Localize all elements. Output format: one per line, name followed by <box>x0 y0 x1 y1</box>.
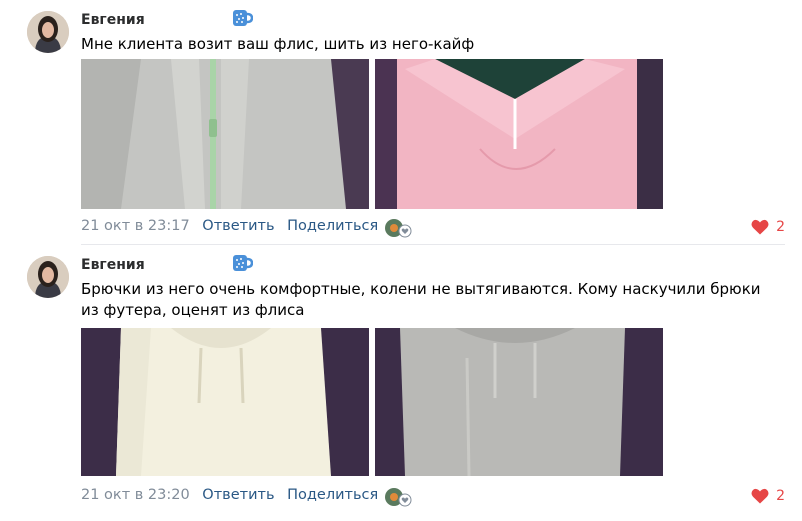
cup-badge-icon <box>231 7 254 29</box>
author-name[interactable]: Евгения <box>81 12 145 28</box>
comment-2: Евгения Брючки из него очень комфортные,… <box>0 245 802 521</box>
heart-icon <box>751 488 769 504</box>
comment-text: Брючки из него очень комфортные, колени … <box>81 280 761 319</box>
comment-text: Мне клиента возит ваш флис, шить из него… <box>81 35 475 53</box>
author-name[interactable]: Евгения <box>81 257 145 273</box>
avatar[interactable] <box>27 11 69 53</box>
comment-footer: 21 окт в 23:17 Ответить Поделиться <box>81 218 386 234</box>
attached-photo-grey-hoodie[interactable] <box>81 59 369 209</box>
reply-button[interactable]: Ответить <box>202 487 274 503</box>
reaction-avatar-icon[interactable] <box>384 218 414 238</box>
reaction-avatar-icon[interactable] <box>384 487 414 507</box>
heart-icon <box>751 219 769 235</box>
attached-photo-pink-halfzip[interactable] <box>375 59 663 209</box>
share-button[interactable]: Поделиться <box>287 487 378 503</box>
cup-badge-icon <box>231 252 254 274</box>
attached-photo-cream-hoodie[interactable] <box>81 328 369 476</box>
like-button[interactable]: 2 <box>751 488 785 504</box>
comment-1: Евгения Мне клиента возит ваш флис, шить… <box>0 0 802 245</box>
comment-timestamp[interactable]: 21 окт в 23:20 <box>81 487 190 503</box>
comment-footer: 21 окт в 23:20 Ответить Поделиться <box>81 487 386 503</box>
attached-photo-grey-sweatshirt[interactable] <box>375 328 663 476</box>
reply-button[interactable]: Ответить <box>202 218 274 234</box>
share-button[interactable]: Поделиться <box>287 218 378 234</box>
comment-timestamp[interactable]: 21 окт в 23:17 <box>81 218 190 234</box>
like-button[interactable]: 2 <box>751 219 785 235</box>
avatar[interactable] <box>27 256 69 298</box>
like-count: 2 <box>776 488 785 504</box>
like-count: 2 <box>776 219 785 235</box>
